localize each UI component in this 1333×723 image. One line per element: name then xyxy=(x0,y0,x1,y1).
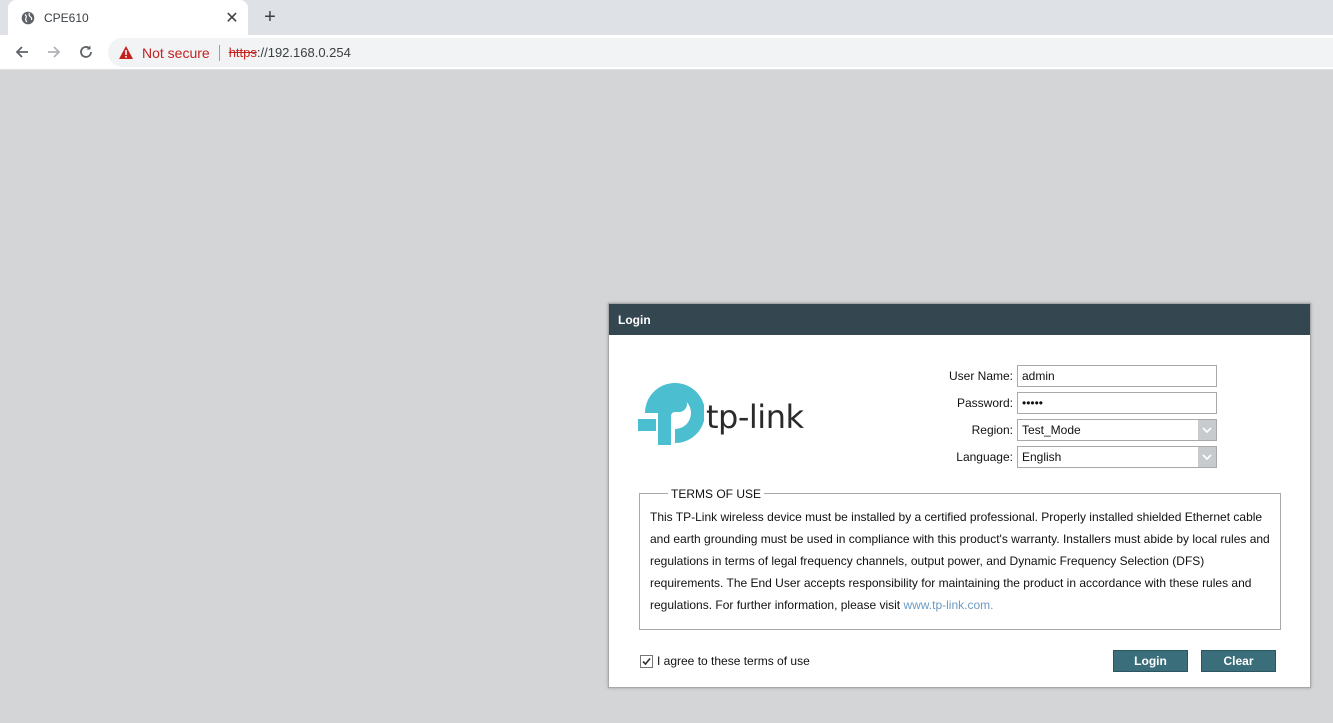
region-value: Test_Mode xyxy=(1022,423,1081,437)
login-button[interactable]: Login xyxy=(1113,650,1188,672)
language-value: English xyxy=(1022,450,1062,464)
url-text[interactable]: https://192.168.0.254 xyxy=(229,45,351,60)
terms-of-use-box: TERMS OF USE This TP-Link wireless devic… xyxy=(639,487,1281,630)
agree-checkbox[interactable] xyxy=(640,654,653,668)
agree-label: I agree to these terms of use xyxy=(657,654,810,668)
terms-text: This TP-Link wireless device must be ins… xyxy=(650,506,1270,616)
region-label: Region: xyxy=(971,423,1013,437)
omnibox-divider xyxy=(218,44,220,61)
url-host: ://192.168.0.254 xyxy=(256,45,351,60)
agree-terms[interactable]: I agree to these terms of use xyxy=(640,654,810,668)
terms-body: This TP-Link wireless device must be ins… xyxy=(650,510,1270,612)
username-row: User Name: xyxy=(909,365,1229,387)
password-row: Password: xyxy=(909,392,1229,414)
region-row: Region: Test_Mode xyxy=(909,419,1229,441)
warning-icon[interactable] xyxy=(118,45,134,61)
forward-arrow-icon[interactable] xyxy=(42,40,66,64)
language-label: Language: xyxy=(956,450,1013,464)
tab-title: CPE610 xyxy=(44,10,89,25)
security-status[interactable]: Not secure xyxy=(142,45,210,61)
chevron-down-icon[interactable] xyxy=(1198,420,1216,440)
language-select[interactable]: English xyxy=(1017,446,1217,468)
dialog-title: Login xyxy=(609,304,1310,335)
login-dialog: Login tp-link User Name: Password: Regio… xyxy=(608,303,1311,688)
tp-link-logo: tp-link xyxy=(638,383,808,447)
globe-icon xyxy=(20,10,36,26)
tp-link-website-link[interactable]: www.tp-link.com. xyxy=(903,598,993,612)
terms-legend: TERMS OF USE xyxy=(668,487,765,501)
browser-toolbar: Not secure https://192.168.0.254 xyxy=(0,35,1333,70)
logo-wordmark: tp-link xyxy=(706,398,804,436)
clear-button[interactable]: Clear xyxy=(1201,650,1276,672)
region-select[interactable]: Test_Mode xyxy=(1017,419,1217,441)
password-label: Password: xyxy=(956,396,1013,410)
language-row: Language: English xyxy=(909,446,1229,468)
address-bar[interactable]: Not secure https://192.168.0.254 xyxy=(108,38,1333,67)
username-input[interactable] xyxy=(1017,365,1217,387)
browser-tab[interactable]: CPE610 ✕ xyxy=(8,0,248,35)
url-scheme: https xyxy=(228,45,257,60)
close-tab-icon[interactable]: ✕ xyxy=(220,6,244,30)
browser-tabstrip: CPE610 ✕ + xyxy=(0,0,1333,35)
back-arrow-icon[interactable] xyxy=(10,40,34,64)
password-input[interactable] xyxy=(1017,392,1217,414)
reload-icon[interactable] xyxy=(74,40,98,64)
checkmark-icon xyxy=(642,657,651,665)
chevron-down-icon[interactable] xyxy=(1198,447,1216,467)
username-label: User Name: xyxy=(948,369,1013,383)
new-tab-icon[interactable]: + xyxy=(258,5,282,29)
